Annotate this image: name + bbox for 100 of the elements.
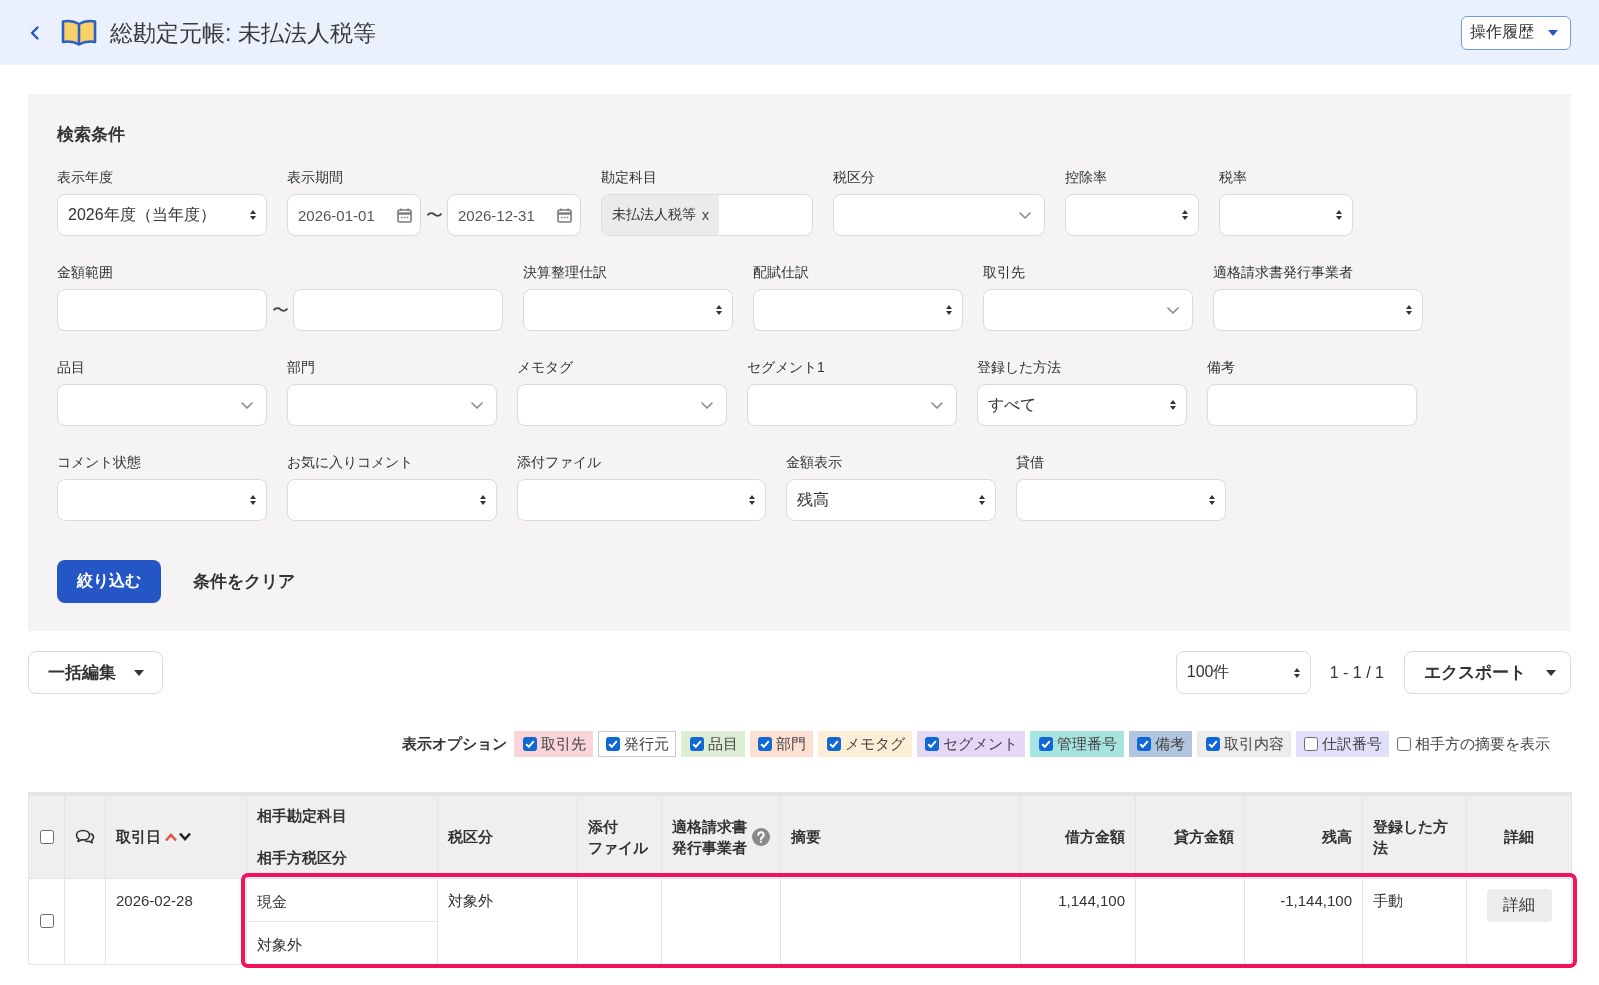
dropdown-field[interactable] [57,384,267,426]
checkbox[interactable] [689,737,704,751]
field-label: 品目 [57,358,86,377]
chevron-left-icon[interactable] [30,25,39,40]
display-option[interactable]: メモタグ [818,731,912,757]
checkbox[interactable] [1038,737,1053,751]
column-header: 詳細 [1504,827,1534,848]
select-field[interactable] [1219,194,1353,236]
select-field[interactable] [287,479,497,521]
field-label: 配賦仕訳 [753,263,810,282]
column-header: 添付ファイル [588,816,649,858]
display-option[interactable]: 仕訳番号 [1295,731,1389,757]
display-option[interactable]: 発行元 [597,731,676,757]
filter-button[interactable]: 絞り込む [57,560,161,603]
display-option[interactable]: 部門 [749,731,813,757]
column-header: 相手方税区分 [257,848,348,869]
display-option[interactable]: 品目 [681,731,745,757]
checkbox[interactable] [1205,737,1220,751]
select-arrows-icon [749,495,755,505]
field-label: お気に入りコメント [287,453,414,472]
pagination-text: 1 - 1 / 1 [1329,663,1384,682]
dropdown-field[interactable] [833,194,1045,236]
sort-icon[interactable] [164,831,192,842]
column-header: 残高 [1322,827,1352,848]
per-page-select[interactable]: 100件 [1175,651,1311,694]
select-field[interactable] [57,479,267,521]
checkbox[interactable] [1304,737,1318,751]
date-field[interactable]: 2026-12-31 [447,194,581,236]
select-arrows-icon [716,305,722,315]
column-header: 相手勘定科目 [257,806,348,827]
field-label: 表示期間 [287,168,344,187]
clear-conditions-button[interactable]: 条件をクリア [193,570,295,593]
checkbox[interactable] [1397,737,1411,751]
table-cell: 対象外 [437,878,578,964]
column-header[interactable]: 取引日 [116,826,161,848]
field-label: メモタグ [517,358,574,377]
column-header: 貸方金額 [1174,827,1234,848]
field-label: 控除率 [1065,168,1108,187]
tag-remove-button[interactable]: x [702,207,709,223]
select-arrows-icon [1182,210,1188,220]
dropdown-field[interactable] [983,289,1193,331]
column-header: 適格請求書発行事業者 [672,816,747,858]
select-field[interactable]: すべて [977,384,1187,426]
tag-input-field[interactable]: 未払法人税等 x [601,194,813,236]
display-option[interactable]: セグメント [916,731,1025,757]
select-field[interactable] [1213,289,1423,331]
select-arrows-icon [946,305,952,315]
field-label: 金額範囲 [57,263,114,282]
select-field[interactable] [517,479,766,521]
dropdown-field[interactable] [287,384,497,426]
select-arrows-icon [1170,400,1176,410]
table-cell: -1,144,100 [1244,878,1363,964]
table-cell: 1,144,100 [1020,878,1136,964]
chevron-down-icon [1019,211,1031,219]
calendar-icon[interactable] [557,207,572,223]
bulk-edit-button[interactable]: 一括編集 [28,651,163,694]
detail-button[interactable]: 詳細 [1486,888,1552,922]
dropdown-field[interactable] [517,384,727,426]
column-header: 摘要 [791,827,821,848]
display-option[interactable]: 取引内容 [1197,731,1291,757]
select-arrows-icon [979,495,985,505]
display-options-label: 表示オプション [402,734,507,754]
checkbox[interactable] [925,737,939,751]
display-option[interactable]: 相手方の摘要を表示 [1394,731,1553,757]
select-field[interactable] [753,289,963,331]
select-field[interactable] [1065,194,1199,236]
checkbox[interactable] [39,914,54,928]
display-option[interactable]: 管理番号 [1030,731,1124,757]
amount-field[interactable] [57,289,267,331]
checkbox[interactable] [1137,737,1151,751]
field-label: 勘定科目 [601,168,658,187]
select-field[interactable]: 残高 [786,479,996,521]
panel-title: 検索条件 [57,124,126,146]
checkbox[interactable] [826,737,841,751]
select-arrows-icon [1209,495,1215,505]
field-label: 貸借 [1016,453,1045,472]
range-separator: 〜 [270,299,290,322]
text-field[interactable] [1207,384,1417,426]
select-field[interactable]: 2026年度（当年度） [57,194,267,236]
select-field[interactable] [523,289,733,331]
checkbox[interactable] [758,737,772,751]
history-button[interactable]: 操作履歴 [1461,15,1571,50]
checkbox[interactable] [606,737,620,751]
field-label: 添付ファイル [517,453,602,472]
dropdown-field[interactable] [747,384,957,426]
export-button[interactable]: エクスポート [1404,651,1571,694]
select-field[interactable] [1016,479,1226,521]
display-option[interactable]: 取引先 [514,731,593,757]
field-label: 備考 [1207,358,1236,377]
amount-field[interactable] [293,289,503,331]
help-icon[interactable] [752,827,770,846]
checkbox[interactable] [522,737,537,751]
date-field[interactable]: 2026-01-01 [287,194,421,236]
field-label: 表示年度 [57,168,114,187]
caret-icon [134,669,144,676]
checkbox[interactable] [39,829,54,844]
field-label: 取引先 [983,263,1026,282]
display-option[interactable]: 備考 [1128,731,1192,757]
calendar-icon[interactable] [397,207,412,223]
select-arrows-icon [1336,210,1342,220]
